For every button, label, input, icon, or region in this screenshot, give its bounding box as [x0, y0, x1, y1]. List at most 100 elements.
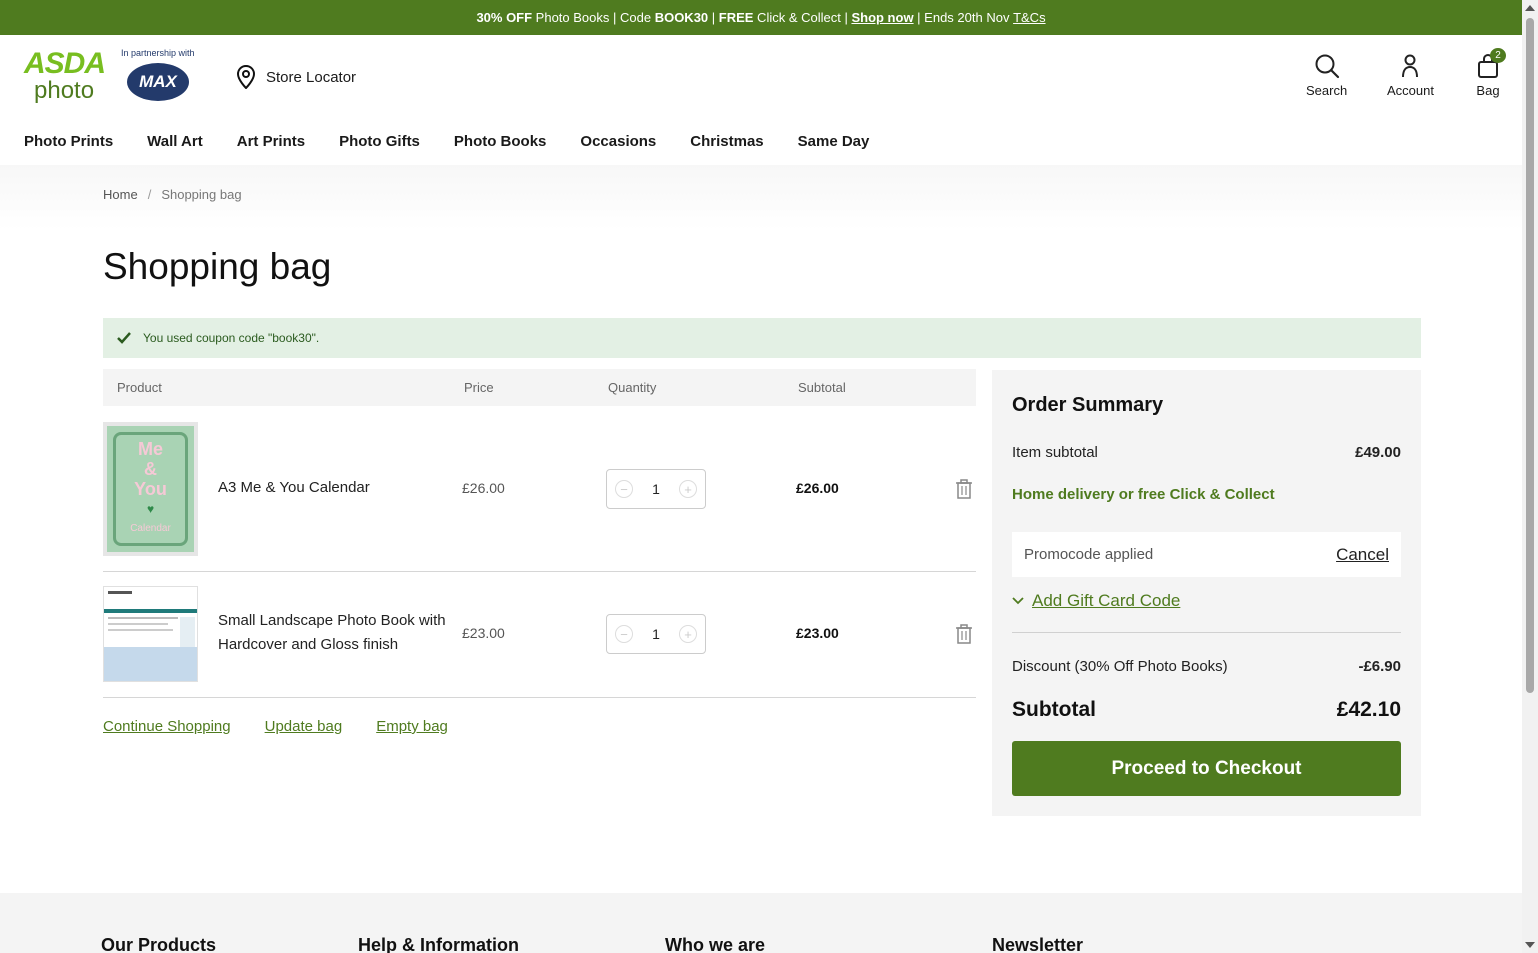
nav-photo-books[interactable]: Photo Books [454, 133, 547, 150]
nav-photo-prints[interactable]: Photo Prints [24, 133, 113, 150]
product-price: £23.00 [462, 625, 505, 641]
scrollbar-thumb[interactable] [1526, 18, 1534, 693]
promo-text-2: | [708, 10, 719, 25]
promocode-applied-label: Promocode applied [1024, 546, 1154, 563]
nav-art-prints[interactable]: Art Prints [237, 133, 305, 150]
coupon-success-message: You used coupon code "book30". [103, 318, 1421, 358]
main-nav: Photo Prints Wall Art Art Prints Photo G… [24, 133, 869, 150]
scroll-up-arrow-icon[interactable] [1525, 5, 1535, 11]
subtotal-row: Subtotal £42.10 [1012, 698, 1401, 722]
footer-who-we-are: Who we are [665, 935, 766, 953]
discount-value: -£6.90 [1358, 658, 1401, 675]
account-icon [1402, 54, 1419, 78]
header-product: Product [117, 380, 162, 395]
nav-same-day[interactable]: Same Day [798, 133, 870, 150]
nav-christmas[interactable]: Christmas [690, 133, 763, 150]
thumb-text-me: Me [137, 439, 163, 459]
promocode-box: Promocode applied Cancel [1012, 532, 1401, 577]
shop-now-link[interactable]: Shop now [851, 10, 913, 25]
gift-card-toggle[interactable]: Add Gift Card Code [1012, 591, 1180, 611]
nav-photo-gifts[interactable]: Photo Gifts [339, 133, 420, 150]
page-scrollbar[interactable] [1522, 0, 1538, 953]
proceed-to-checkout-button[interactable]: Proceed to Checkout [1012, 741, 1401, 796]
row-subtotal: £26.00 [796, 480, 839, 496]
footer-help-information: Help & Information [358, 935, 519, 953]
row-subtotal: £23.00 [796, 625, 839, 641]
asda-photo-logo[interactable]: ASDA photo [24, 49, 114, 105]
decrease-quantity-button[interactable]: − [615, 480, 633, 498]
search-label: Search [1306, 83, 1348, 98]
trash-icon[interactable] [955, 623, 973, 645]
decrease-quantity-button[interactable]: − [615, 625, 633, 643]
quantity-input[interactable]: 1 [652, 626, 660, 642]
item-subtotal-value: £49.00 [1355, 444, 1401, 461]
promo-discount: 30% OFF [476, 10, 533, 25]
breadcrumb-current: Shopping bag [161, 187, 242, 202]
quantity-stepper: − 1 + [606, 614, 706, 654]
breadcrumb-separator: / [147, 187, 152, 202]
scroll-down-arrow-icon[interactable] [1525, 942, 1535, 948]
breadcrumb-home[interactable]: Home [103, 187, 138, 202]
header-subtotal: Subtotal [798, 380, 846, 395]
empty-bag-link[interactable]: Empty bag [376, 718, 448, 735]
discount-row: Discount (30% Off Photo Books) -£6.90 [1012, 658, 1401, 675]
item-subtotal-label: Item subtotal [1012, 444, 1098, 461]
partner-text: In partnership with [121, 48, 195, 58]
thumb-text-you: You [134, 479, 167, 499]
photo-book-thumbnail[interactable] [103, 586, 198, 682]
search-button[interactable]: Search [1306, 53, 1347, 98]
discount-label: Discount (30% Off Photo Books) [1012, 658, 1228, 675]
checkmark-icon [117, 332, 131, 344]
promo-banner: 30% OFF Photo Books | Code BOOK30 | FREE… [0, 0, 1522, 35]
location-pin-icon [236, 65, 256, 89]
heart-icon: ♥ [146, 502, 155, 516]
store-locator-link[interactable]: Store Locator [236, 65, 356, 89]
account-button[interactable]: Account [1387, 53, 1434, 98]
max-partner-logo: MAX [127, 63, 189, 101]
quantity-stepper: − 1 + [606, 469, 706, 509]
promo-free: FREE [718, 10, 754, 25]
order-summary: Order Summary Item subtotal £49.00 Home … [992, 370, 1421, 816]
page-title: Shopping bag [103, 246, 332, 287]
cart-row: Me & You ♥ Calendar A3 Me & You Calendar… [103, 406, 976, 572]
cart-row: Small Landscape Photo Book with Hardcove… [103, 572, 976, 698]
promo-text-3: Click & Collect | [753, 10, 852, 25]
subtotal-value: £42.10 [1336, 698, 1401, 721]
site-header: ASDA photo In partnership with MAX Store… [0, 35, 1522, 165]
logo-photo-text: photo [34, 77, 95, 104]
nav-wall-art[interactable]: Wall Art [147, 133, 203, 150]
terms-link[interactable]: T&Cs [1013, 10, 1046, 25]
bag-count-badge: 2 [1490, 48, 1506, 63]
product-name[interactable]: A3 Me & You Calendar [218, 476, 448, 500]
delivery-info: Home delivery or free Click & Collect [1012, 486, 1275, 503]
continue-shopping-link[interactable]: Continue Shopping [103, 718, 231, 735]
logo-asda-text: ASDA [24, 47, 106, 80]
increase-quantity-button[interactable]: + [678, 480, 697, 498]
bag-label: Bag [1476, 83, 1500, 98]
quantity-input[interactable]: 1 [652, 481, 660, 497]
cancel-promocode-link[interactable]: Cancel [1336, 545, 1389, 565]
promo-text-1: Photo Books | Code [532, 10, 655, 25]
coupon-message-text: You used coupon code "book30". [143, 331, 320, 345]
header-quantity: Quantity [608, 380, 657, 395]
cart-table-header: Product Price Quantity Subtotal [103, 369, 976, 406]
header-price: Price [464, 380, 494, 395]
increase-quantity-button[interactable]: + [678, 625, 697, 643]
summary-divider [1012, 632, 1401, 633]
store-locator-label: Store Locator [266, 68, 357, 86]
add-gift-card-link[interactable]: Add Gift Card Code [1032, 591, 1180, 611]
chevron-down-icon [1012, 597, 1024, 605]
breadcrumb: Home / Shopping bag [103, 187, 242, 202]
order-summary-title: Order Summary [1012, 394, 1164, 416]
promo-code: BOOK30 [654, 10, 709, 25]
calendar-thumbnail[interactable]: Me & You ♥ Calendar [103, 422, 198, 556]
promo-text-4: | Ends 20th Nov [913, 10, 1014, 25]
nav-occasions[interactable]: Occasions [580, 133, 656, 150]
trash-icon[interactable] [955, 478, 973, 500]
search-icon [1315, 54, 1339, 79]
site-footer: Our Products Help & Information Who we a… [0, 893, 1522, 953]
update-bag-link[interactable]: Update bag [265, 718, 343, 735]
item-subtotal-row: Item subtotal £49.00 [1012, 444, 1401, 461]
cart-actions: Continue Shopping Update bag Empty bag [103, 718, 448, 735]
product-name[interactable]: Small Landscape Photo Book with Hardcove… [218, 609, 448, 657]
